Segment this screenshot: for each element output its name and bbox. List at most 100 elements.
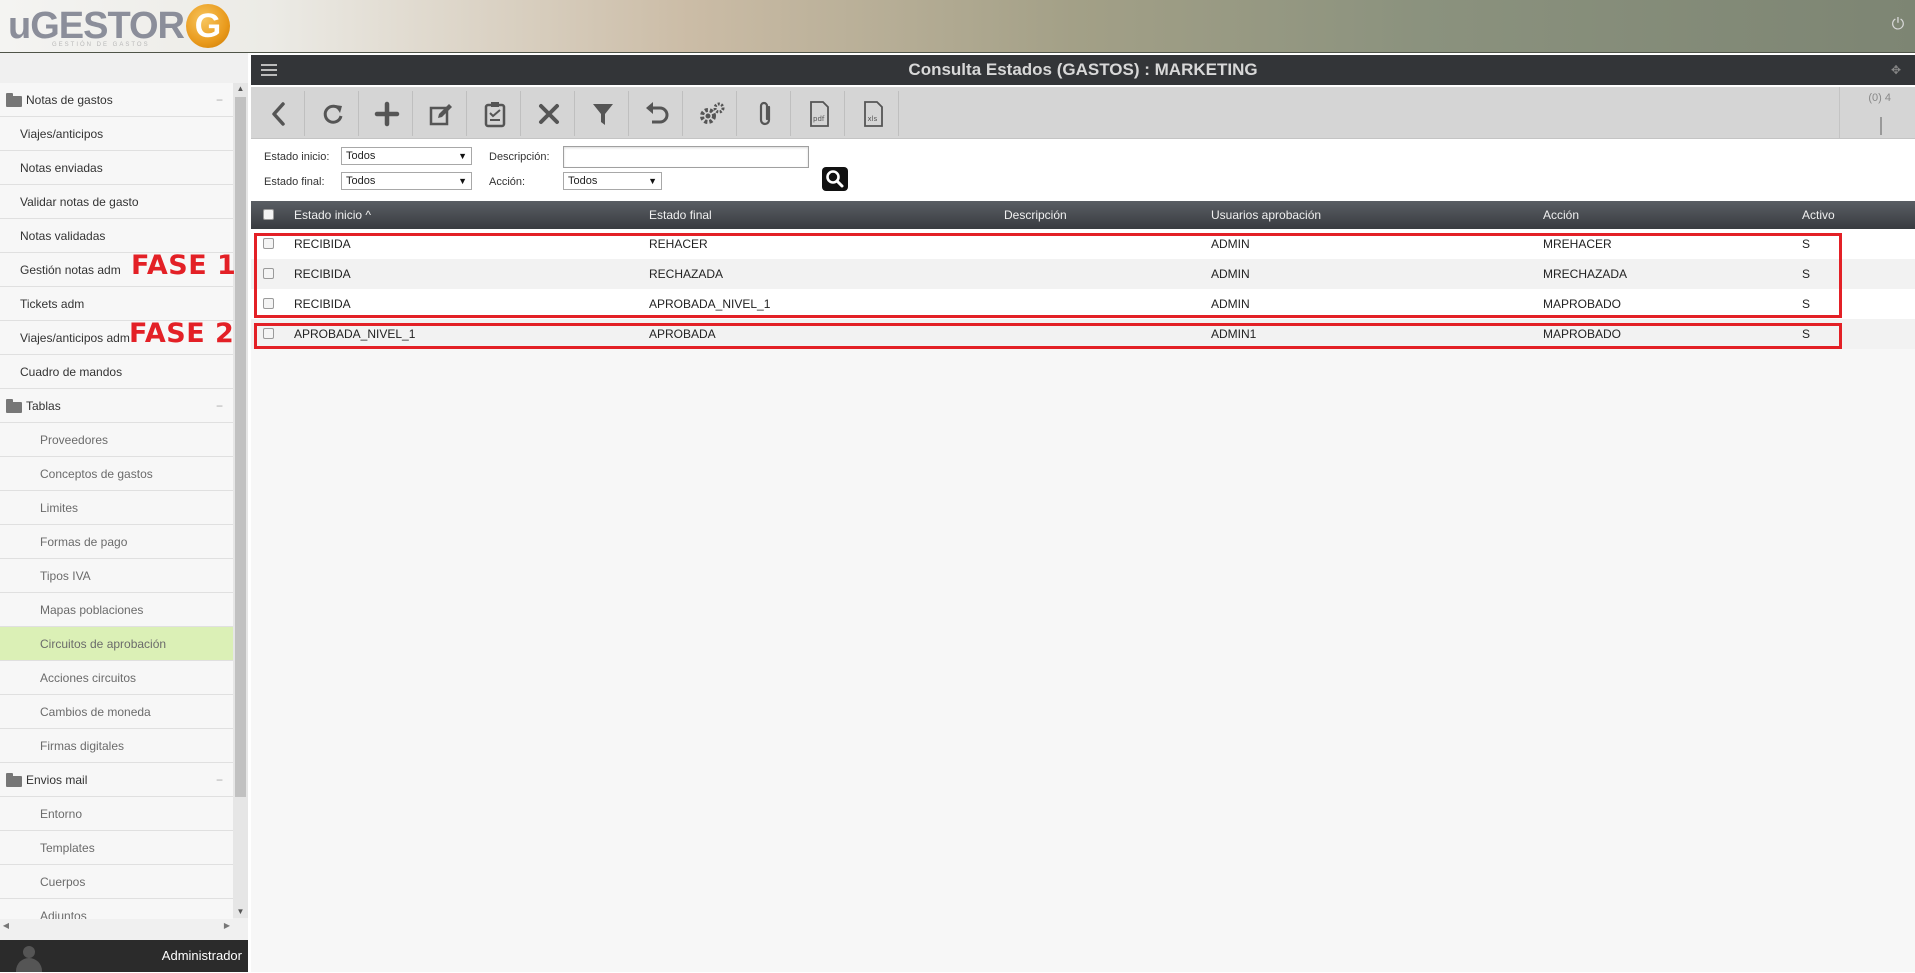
xls-button[interactable]: xls [848,91,899,136]
record-counter: (0) 4 [1839,87,1915,139]
column-header[interactable]: Estado final [649,201,712,229]
sidebar-item-label: Envios mail [26,773,88,787]
search-button[interactable] [822,167,848,191]
sidebar-item[interactable]: Cambios de moneda [0,695,233,729]
folder-icon [6,773,22,787]
sidebar-item[interactable]: Entorno [0,797,233,831]
column-header[interactable]: Acción [1543,201,1579,229]
table-row[interactable]: RECIBIDA REHACER ADMIN MREHACER S [251,229,1915,259]
table-cell: APROBADA [649,327,716,341]
sidebar-item[interactable]: Cuadro de mandos [0,355,233,389]
table-body: RECIBIDA REHACER ADMIN MREHACER S RECIBIDA REC… [251,229,1915,349]
sidebar-item-label: Proveedores [40,433,109,447]
sidebar-item[interactable]: Cuerpos [0,865,233,899]
sidebar-scrollbar[interactable]: ▲ ▼ [233,83,248,918]
settings-button[interactable] [686,91,737,136]
avatar[interactable] [14,946,44,972]
sidebar-item[interactable]: Tipos IVA [0,559,233,593]
descripcion-input[interactable] [563,146,809,168]
column-header[interactable]: Activo [1802,201,1835,229]
dropdown-arrow-icon: ▼ [648,176,657,186]
edit-button[interactable] [416,91,467,136]
sidebar-item-label: Gestión notas adm [20,263,121,277]
estado-final-value: Todos [346,175,376,187]
sidebar-item-label: Circuitos de aprobación [40,637,167,651]
title-bar: Consulta Estados (GASTOS) : MARKETING ✥ [251,55,1915,85]
logo-mark-icon: G [186,4,230,48]
sidebar-item[interactable]: Mapas poblaciones [0,593,233,627]
attach-icon [759,101,771,125]
toolbar: (0) 4 pdf xls [251,87,1915,139]
table-row[interactable]: APROBADA_NIVEL_1 APROBADA ADMIN1 MAPROBADO S [251,319,1915,349]
table-cell: ADMIN [1211,267,1250,281]
table-cell: S [1802,267,1811,281]
sidebar-item[interactable]: Acciones circuitos [0,661,233,695]
sidebar-item-label: Acciones circuitos [40,671,137,685]
sidebar-item[interactable]: Firmas digitales [0,729,233,763]
pin-icon[interactable]: ✥ [1891,63,1905,77]
search-icon [826,170,844,188]
sidebar-item-label: Cambios de moneda [40,705,151,719]
scroll-left-icon[interactable]: ◀ [0,919,12,933]
sidebar-item[interactable]: Limites [0,491,233,525]
add-icon [374,101,400,126]
scroll-right-icon[interactable]: ▶ [221,919,233,933]
clipboard-button[interactable] [470,91,521,136]
row-checkbox[interactable] [263,268,274,279]
sidebar-item[interactable]: Conceptos de gastos [0,457,233,491]
sidebar-item[interactable]: Validar notas de gasto [0,185,233,219]
sidebar-item-label: Tablas [26,399,61,413]
pdf-button[interactable]: pdf [794,91,845,136]
sidebar-item[interactable]: Tablas − [0,389,233,423]
table-row[interactable]: RECIBIDA APROBADA_NIVEL_1 ADMIN MAPROBADO S [251,289,1915,319]
sidebar-item[interactable]: Proveedores [0,423,233,457]
table-row[interactable]: RECIBIDA RECHAZADA ADMIN MRECHAZADA S [251,259,1915,289]
add-button[interactable] [362,91,413,136]
column-header[interactable]: Descripción [1004,201,1067,229]
accion-select[interactable]: Todos ▼ [563,172,662,190]
collapse-icon[interactable]: − [216,389,223,423]
scrollbar-thumb[interactable] [235,97,246,797]
collapse-icon[interactable]: − [216,763,223,797]
collapse-icon[interactable]: − [216,83,223,117]
fase-2-annotation: FASE 2 [129,318,235,349]
column-header[interactable]: Usuarios aprobación [1211,201,1321,229]
sidebar-item[interactable]: Notas enviadas [0,151,233,185]
delete-button[interactable] [524,91,575,136]
estado-final-select[interactable]: Todos ▼ [341,172,472,190]
sidebar-item[interactable]: Notas validadas [0,219,233,253]
row-checkbox[interactable] [263,328,274,339]
power-icon[interactable]: ⏻ [1889,16,1907,34]
sidebar-horizontal-scrollbar[interactable]: ◀ ▶ [0,919,233,933]
undo-button[interactable] [632,91,683,136]
row-checkbox[interactable] [263,298,274,309]
sidebar-item-label: Conceptos de gastos [40,467,153,481]
sidebar-item[interactable]: Tickets adm [0,287,233,321]
estado-inicio-select[interactable]: Todos ▼ [341,147,472,165]
sidebar-item[interactable]: Circuitos de aprobación [0,627,233,661]
row-checkbox[interactable] [263,238,274,249]
user-name[interactable]: Administrador [162,940,242,972]
table-cell: ADMIN [1211,297,1250,311]
user-bar: Administrador [0,940,248,972]
table-cell: APROBADA_NIVEL_1 [294,327,416,341]
sidebar-item-label: Notas enviadas [20,161,103,175]
sidebar-item[interactable]: Formas de pago [0,525,233,559]
scroll-down-icon[interactable]: ▼ [233,906,248,918]
attach-button[interactable] [740,91,791,136]
back-button[interactable] [254,91,305,136]
filter-button[interactable] [578,91,629,136]
select-all-checkbox[interactable] [263,209,274,220]
estado-final-label: Estado final: [264,176,325,188]
descripcion-label: Descripción: [489,151,550,163]
column-header[interactable]: Estado inicio ^ [294,201,371,229]
sidebar-item[interactable]: Viajes/anticipos [0,117,233,151]
scroll-up-icon[interactable]: ▲ [233,83,248,95]
undo-icon [646,101,669,123]
sidebar-item[interactable]: Envios mail − [0,763,233,797]
table-cell: ADMIN1 [1211,327,1257,341]
refresh-button[interactable] [308,91,359,136]
sidebar-item[interactable]: Templates [0,831,233,865]
sidebar-item[interactable]: Notas de gastos − [0,83,233,117]
sidebar-item-label: Cuadro de mandos [20,365,123,379]
